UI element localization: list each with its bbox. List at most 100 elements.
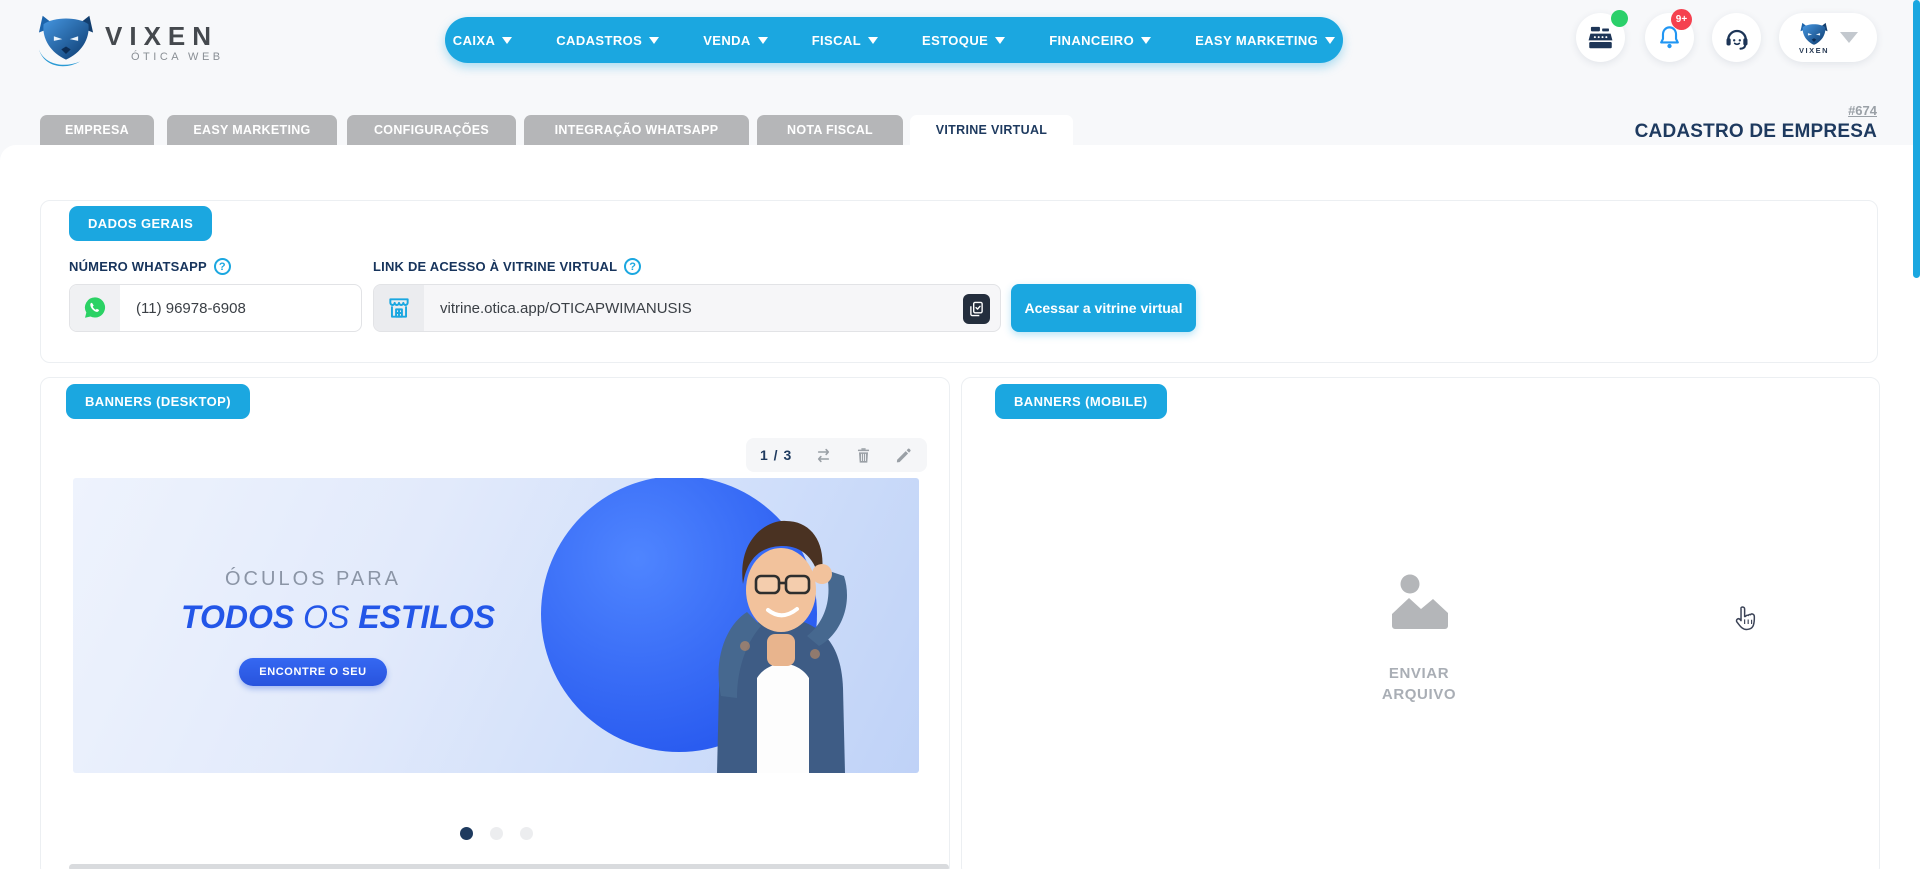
brand-name: VIXEN: [105, 23, 224, 49]
dados-gerais-card: DADOS GERAIS NÚMERO WHATSAPP ? LINK DE A…: [40, 200, 1878, 363]
brand-logo[interactable]: VIXEN ÓTICA WEB: [35, 12, 224, 73]
tab-nota-fiscal[interactable]: NOTA FISCAL: [757, 115, 903, 145]
fox-logo-icon: [35, 12, 97, 73]
whatsapp-value: (11) 96978-6908: [120, 300, 246, 317]
banner-person-image: [629, 486, 919, 773]
tab-label: NOTA FISCAL: [787, 123, 873, 137]
banner-headline-main: TODOS OS ESTILOS: [181, 600, 445, 634]
link-label: LINK DE ACESSO À VITRINE VIRTUAL ?: [373, 258, 641, 275]
acessar-vitrine-button[interactable]: Acessar a vitrine virtual: [1011, 284, 1196, 332]
online-status-badge: [1611, 10, 1628, 27]
link-label-text: LINK DE ACESSO À VITRINE VIRTUAL: [373, 259, 617, 274]
whatsapp-icon: [70, 285, 120, 331]
banner-word-estilos: ESTILOS: [358, 599, 495, 635]
banner-controls: 1 / 3: [746, 438, 927, 472]
banners-mobile-badge: BANNERS (MOBILE): [995, 384, 1167, 419]
chevron-down-icon: [1141, 37, 1151, 44]
nav-item-label: FISCAL: [812, 33, 861, 48]
nav-item-venda[interactable]: VENDA: [703, 33, 768, 48]
chevron-down-icon: [1840, 32, 1858, 43]
swap-arrows-icon: [813, 445, 834, 466]
nav-item-easy-marketing[interactable]: EASY MARKETING: [1195, 33, 1335, 48]
tab-configuracoes[interactable]: CONFIGURAÇÕES: [347, 115, 516, 145]
banner-pagination: 1 / 3: [760, 447, 792, 463]
tab-easy-marketing[interactable]: EASY MARKETING: [167, 115, 337, 145]
pencil-icon: [894, 446, 913, 465]
nav-item-label: FINANCEIRO: [1049, 33, 1134, 48]
user-menu[interactable]: VIXEN: [1779, 13, 1877, 62]
upload-area-edge: [69, 864, 949, 869]
upload-label: ENVIAR ARQUIVO: [1354, 663, 1484, 705]
tab-vitrine-virtual[interactable]: VITRINE VIRTUAL: [910, 115, 1073, 145]
nav-item-label: VENDA: [703, 33, 751, 48]
carousel-dot-1[interactable]: [460, 827, 473, 840]
nav-item-label: CAIXA: [453, 33, 495, 48]
brand-subtitle: ÓTICA WEB: [105, 51, 224, 63]
trash-icon: [854, 446, 873, 465]
banner-preview[interactable]: ÓCULOS PARA TODOS OS ESTILOS ENCONTRE O …: [73, 478, 919, 773]
chevron-down-icon: [502, 37, 512, 44]
nav-item-label: CADASTROS: [556, 33, 642, 48]
tab-label: VITRINE VIRTUAL: [936, 123, 1047, 137]
image-placeholder-icon: [1386, 570, 1452, 632]
edit-banner-button[interactable]: [894, 446, 913, 465]
banners-desktop-card: BANNERS (DESKTOP) 1 / 3: [40, 377, 950, 869]
nav-item-caixa[interactable]: CAIXA: [453, 33, 512, 48]
nav-item-cadastros[interactable]: CADASTROS: [556, 33, 659, 48]
scrollbar-thumb[interactable]: [1913, 0, 1920, 278]
main-content: DADOS GERAIS NÚMERO WHATSAPP ? LINK DE A…: [0, 145, 1920, 869]
nav-item-label: ESTOQUE: [922, 33, 988, 48]
tab-integracao-whatsapp[interactable]: INTEGRAÇÃO WHATSAPP: [524, 115, 749, 145]
nav-item-estoque[interactable]: ESTOQUE: [922, 33, 1005, 48]
main-nav: CAIXA CADASTROS VENDA FISCAL ESTOQUE FIN…: [445, 17, 1343, 63]
banners-mobile-card: BANNERS (MOBILE) ENVIAR ARQUIVO: [961, 377, 1880, 869]
carousel-dot-2[interactable]: [490, 827, 503, 840]
chevron-down-icon: [1325, 37, 1335, 44]
nav-item-financeiro[interactable]: FINANCEIRO: [1049, 33, 1151, 48]
cash-register-icon: [1587, 24, 1614, 51]
help-icon[interactable]: ?: [624, 258, 641, 275]
tab-label: EASY MARKETING: [193, 123, 310, 137]
vitrine-link-field[interactable]: vitrine.otica.app/OTICAPWIMANUSIS: [373, 284, 1001, 332]
chevron-down-icon: [758, 37, 768, 44]
tab-label: CONFIGURAÇÕES: [374, 123, 489, 137]
chevron-down-icon: [995, 37, 1005, 44]
page-title: CADASTRO DE EMPRESA: [1635, 121, 1877, 143]
upload-file-dropzone[interactable]: ENVIAR ARQUIVO: [1354, 570, 1484, 705]
nav-item-label: EASY MARKETING: [1195, 33, 1318, 48]
notifications-count-badge: 9+: [1671, 9, 1692, 30]
whatsapp-label-text: NÚMERO WHATSAPP: [69, 259, 207, 274]
help-icon[interactable]: ?: [214, 258, 231, 275]
copy-link-button[interactable]: [963, 294, 990, 324]
banner-cta-button[interactable]: ENCONTRE O SEU: [239, 658, 386, 686]
whatsapp-label: NÚMERO WHATSAPP ?: [69, 258, 231, 275]
support-button[interactable]: [1712, 13, 1761, 62]
storefront-icon: [374, 285, 424, 331]
banners-desktop-badge: BANNERS (DESKTOP): [66, 384, 250, 419]
chevron-down-icon: [868, 37, 878, 44]
brand-text: VIXEN ÓTICA WEB: [105, 23, 224, 63]
banner-word-todos: TODOS: [181, 599, 294, 635]
banner-text: ÓCULOS PARA TODOS OS ESTILOS ENCONTRE O …: [181, 568, 445, 686]
upload-label-line1: ENVIAR: [1354, 663, 1484, 684]
banner-headline-top: ÓCULOS PARA: [181, 568, 445, 591]
delete-banner-button[interactable]: [854, 446, 873, 465]
headset-icon: [1723, 24, 1751, 52]
record-id-link[interactable]: #674: [1635, 103, 1877, 118]
vitrine-link-value: vitrine.otica.app/OTICAPWIMANUSIS: [424, 300, 692, 317]
carousel-dot-3[interactable]: [520, 827, 533, 840]
tab-label: EMPRESA: [65, 123, 129, 137]
carousel-dots: [73, 827, 919, 840]
avatar: VIXEN: [1798, 21, 1830, 55]
chevron-down-icon: [649, 37, 659, 44]
page-ref: #674 CADASTRO DE EMPRESA: [1635, 103, 1877, 143]
app-screen: VIXEN ÓTICA WEB CAIXA CADASTROS VENDA FI…: [0, 0, 1920, 869]
upload-label-line2: ARQUIVO: [1354, 684, 1484, 705]
tab-empresa[interactable]: EMPRESA: [40, 115, 154, 145]
fox-avatar-icon: [1798, 21, 1830, 49]
avatar-label: VIXEN: [1799, 47, 1829, 55]
nav-item-fiscal[interactable]: FISCAL: [812, 33, 878, 48]
reorder-banner-button[interactable]: [813, 445, 834, 466]
tab-label: INTEGRAÇÃO WHATSAPP: [555, 123, 719, 137]
whatsapp-field[interactable]: (11) 96978-6908: [69, 284, 362, 332]
